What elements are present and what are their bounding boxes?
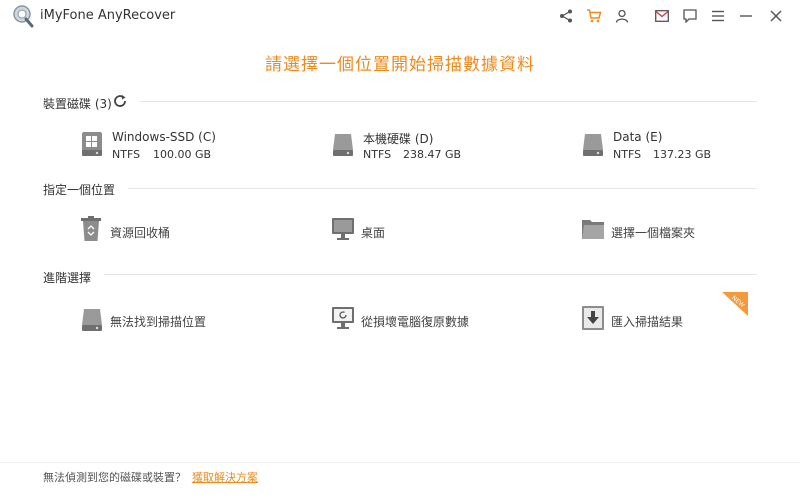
crashed-computer-icon: [331, 305, 355, 335]
drive-filesystem: NTFS: [613, 148, 642, 161]
advanced-import-scan-result[interactable]: 匯入掃描結果: [581, 305, 781, 339]
cart-icon[interactable]: [584, 6, 604, 26]
advanced-label: 無法找到掃描位置: [110, 315, 207, 329]
app-logo-icon: [12, 4, 34, 28]
drive-filesystem: NTFS: [363, 148, 392, 161]
title-bar: iMyFone AnyRecover: [0, 0, 800, 32]
advanced-cannot-find-location[interactable]: 無法找到掃描位置: [80, 305, 280, 339]
drive-name: Windows-SSD (C): [112, 130, 216, 144]
recycle-bin-icon: [80, 216, 102, 246]
windows-drive-icon: [80, 130, 104, 162]
drive-item-c[interactable]: Windows-SSD (C) NTFS 100.00 GB: [80, 130, 300, 164]
footer-text: 無法偵測到您的磁碟或裝置？: [43, 471, 186, 484]
location-label: 選擇一個檔案夾: [611, 226, 696, 240]
drive-item-d[interactable]: 本機硬碟 (D) NTFS 238.47 GB: [331, 130, 551, 164]
advanced-label: 從損壞電腦復原數據: [361, 315, 470, 329]
close-icon[interactable]: [766, 6, 786, 26]
user-icon[interactable]: [612, 6, 632, 26]
location-recycle-bin[interactable]: 資源回收桶: [80, 216, 280, 250]
monitor-icon: [331, 216, 355, 246]
drive-filesystem: NTFS: [112, 148, 141, 161]
location-desktop[interactable]: 桌面: [331, 216, 531, 250]
hard-drive-icon: [331, 130, 355, 162]
minimize-icon[interactable]: [736, 6, 756, 26]
new-badge: NEW: [720, 292, 748, 316]
advanced-label: 匯入掃描結果: [611, 315, 684, 329]
share-icon[interactable]: [556, 6, 576, 26]
drive-size: 100.00 GB: [153, 148, 212, 161]
feedback-icon[interactable]: [680, 6, 700, 26]
drive-size: 238.47 GB: [403, 148, 462, 161]
drive-name: 本機硬碟 (D): [363, 132, 434, 146]
location-select-folder[interactable]: 選擇一個檔案夾: [581, 216, 781, 250]
refresh-icon[interactable]: [112, 93, 128, 109]
get-solution-link[interactable]: 獲取解決方案: [192, 471, 258, 484]
advanced-section-title: 進階選擇: [43, 271, 92, 285]
footer-divider: [0, 462, 800, 463]
location-label: 資源回收桶: [110, 226, 171, 240]
page-headline: 請選擇一個位置開始掃描數據資料: [265, 55, 535, 75]
mail-icon[interactable]: [652, 6, 672, 26]
advanced-section-divider: [104, 274, 757, 275]
hard-drive-icon: [581, 130, 605, 162]
drives-section-title: 裝置磁碟 (3): [43, 97, 112, 111]
drive-name: Data (E): [613, 130, 663, 144]
location-section-title: 指定一個位置: [43, 183, 116, 197]
import-icon: [581, 305, 605, 335]
folder-icon: [581, 216, 605, 246]
drive-item-e[interactable]: Data (E) NTFS 137.23 GB: [581, 130, 781, 164]
location-section-divider: [128, 188, 757, 189]
drive-size: 137.23 GB: [653, 148, 712, 161]
location-label: 桌面: [361, 226, 386, 240]
advanced-crashed-pc-recovery[interactable]: 從損壞電腦復原數據: [331, 305, 531, 339]
drives-section-divider: [140, 101, 757, 102]
app-title: iMyFone AnyRecover: [40, 8, 176, 23]
footer: 無法偵測到您的磁碟或裝置？ 獲取解決方案: [43, 469, 258, 485]
menu-icon[interactable]: [708, 6, 728, 26]
hard-drive-icon: [80, 305, 104, 337]
